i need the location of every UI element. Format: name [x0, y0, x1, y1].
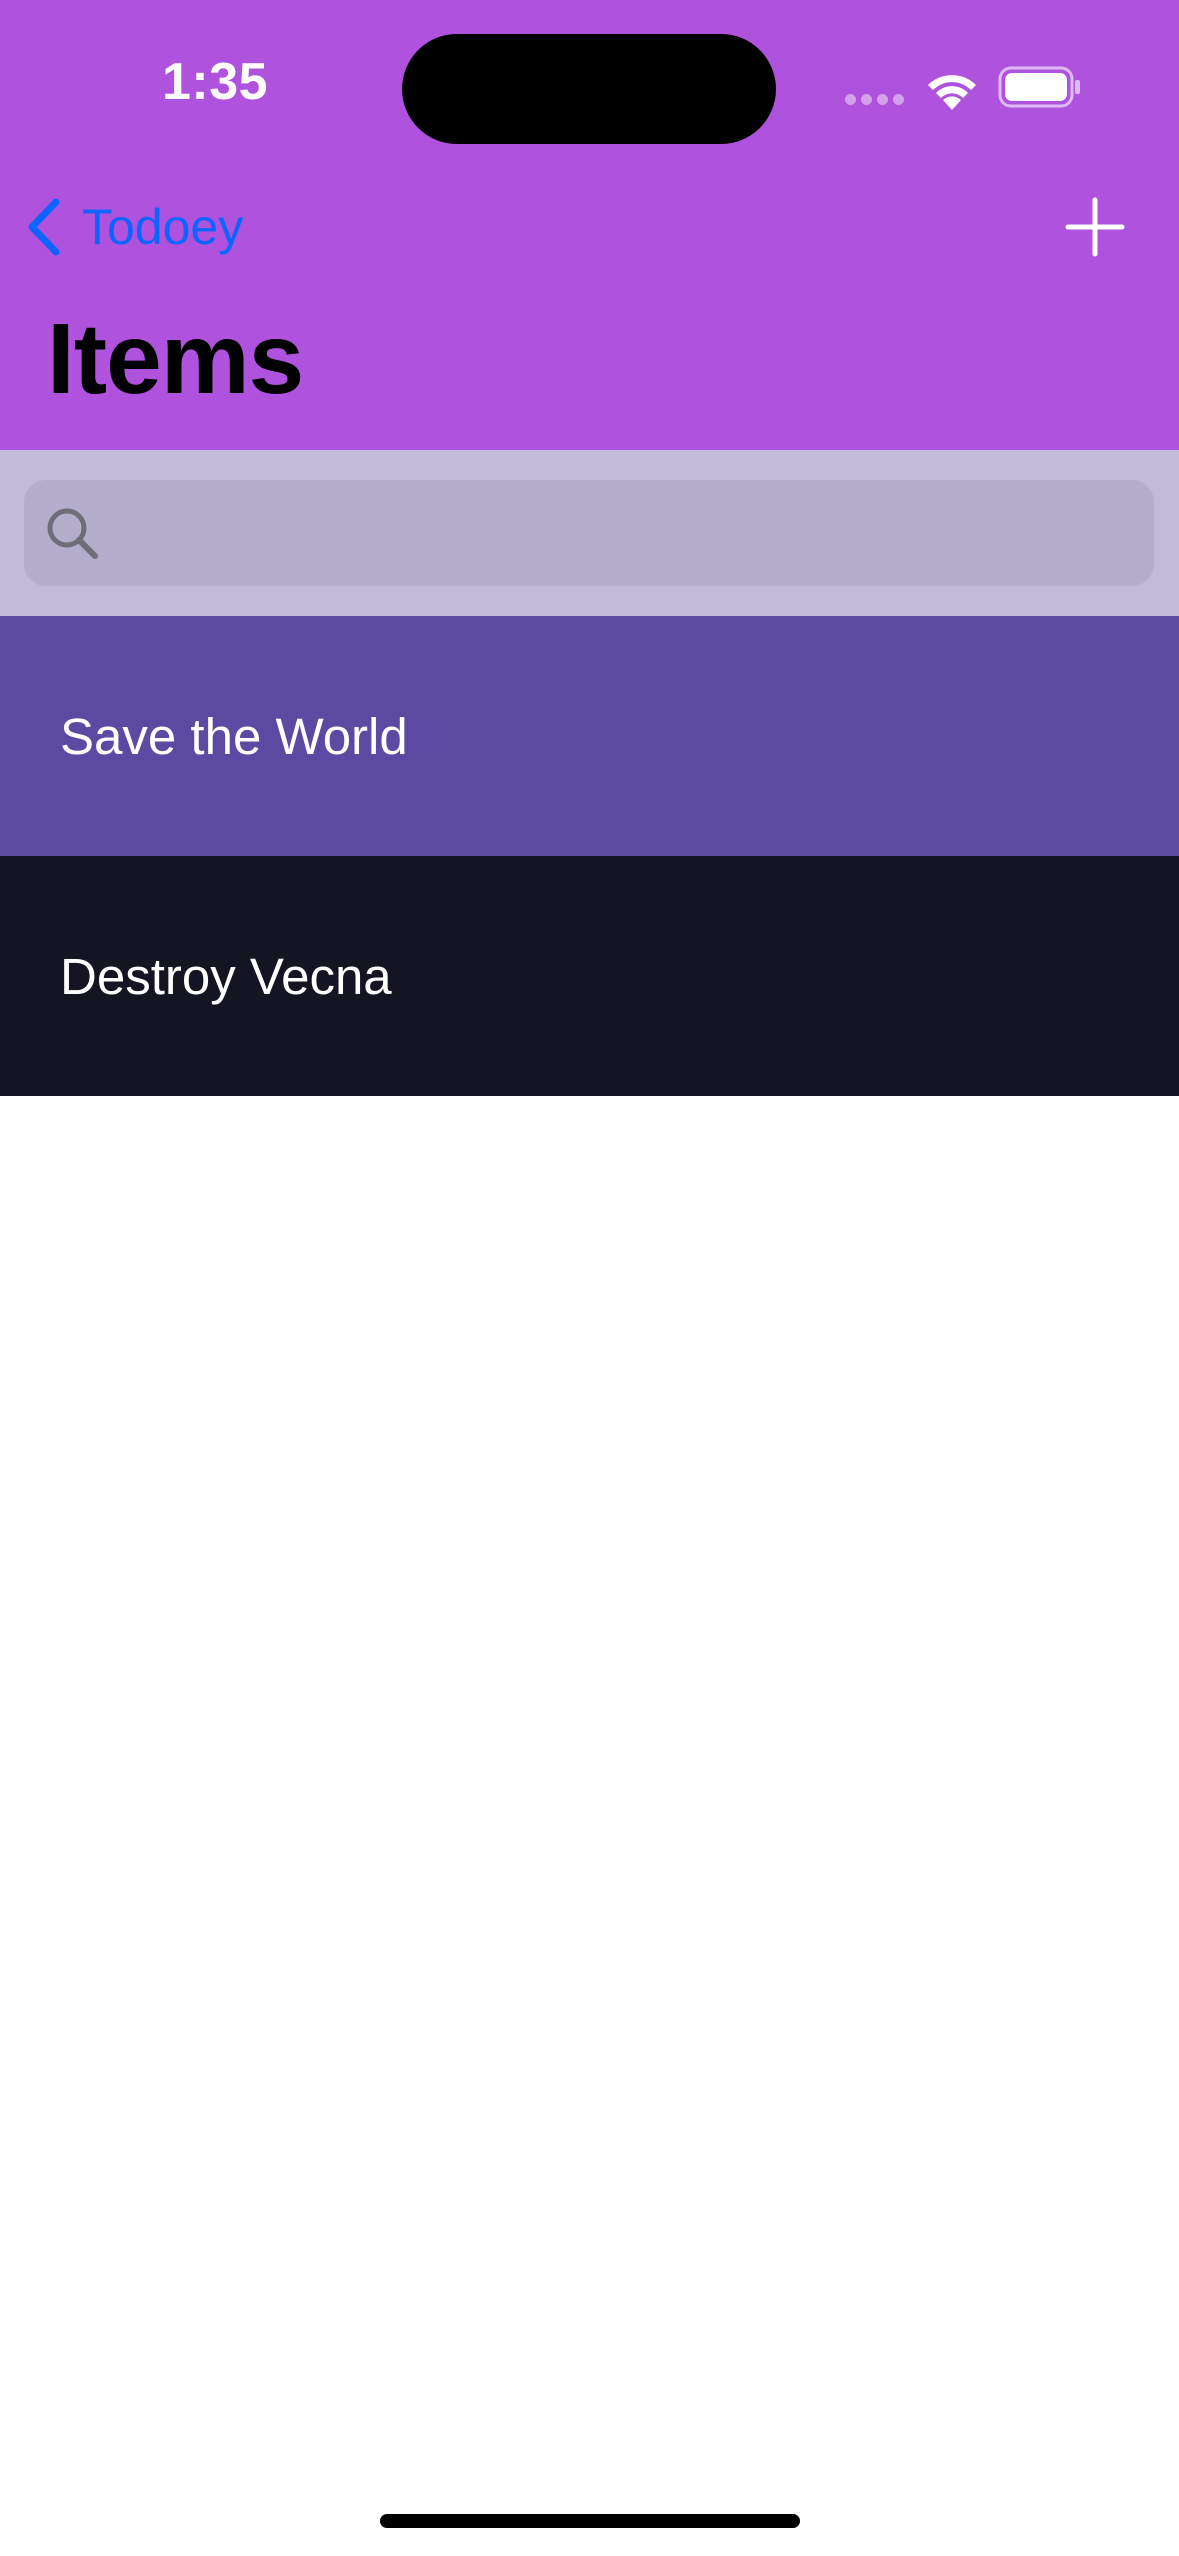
- list-item-label: Save the World: [60, 707, 408, 765]
- status-bar-time: 1:35: [161, 53, 269, 111]
- cellular-signal-icon: [845, 94, 905, 106]
- add-item-button[interactable]: [1064, 196, 1126, 258]
- home-indicator[interactable]: [380, 2514, 800, 2528]
- search-bar: [0, 450, 1179, 616]
- search-field[interactable]: [24, 479, 1154, 587]
- list-item-destroy-vecna[interactable]: Destroy Vecna: [0, 856, 1179, 1096]
- list-item-save-the-world[interactable]: Save the World: [0, 616, 1179, 856]
- back-button[interactable]: Todoey: [22, 192, 243, 262]
- search-input[interactable]: [116, 479, 1154, 587]
- back-button-label: Todoey: [82, 199, 244, 255]
- screen: 1:35 Todoey Items Save the World Destroy…: [0, 0, 1179, 2556]
- battery-icon: [998, 66, 1080, 108]
- navigation-header: 1:35 Todoey Items: [0, 0, 1179, 450]
- magnifying-glass-icon: [47, 508, 98, 559]
- list-item-label: Destroy Vecna: [60, 947, 392, 1005]
- dynamic-island: [402, 34, 776, 144]
- plus-icon: [1065, 197, 1125, 257]
- page-title: Items: [47, 303, 304, 415]
- wifi-icon: [928, 75, 976, 110]
- chevron-left-icon: [28, 198, 60, 256]
